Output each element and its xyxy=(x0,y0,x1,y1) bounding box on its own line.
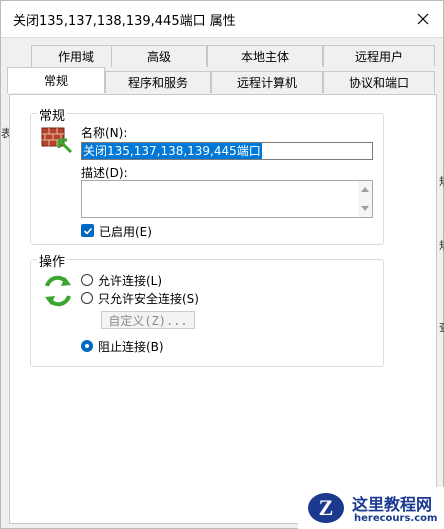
group-label: 操作 xyxy=(37,251,68,270)
name-label: 名称(N): xyxy=(81,126,128,140)
radio-block-label[interactable]: 阻止连接(B) xyxy=(98,338,164,355)
tab-page-general: 常规 名称(N): 关闭135,137,138,139,445端口 描述(D): xyxy=(9,94,437,524)
enabled-checkbox[interactable] xyxy=(81,224,94,237)
description-scrollbar[interactable] xyxy=(358,181,372,217)
close-icon xyxy=(417,13,429,25)
radio-block[interactable] xyxy=(81,340,93,352)
action-group: 操作 允许连接(L) 只允许安全连接(S) 自定义(Z)... 阻止连接(B) xyxy=(30,251,384,367)
tab-local-principals[interactable]: 本地主体 xyxy=(207,45,323,67)
general-group: 常规 名称(N): 关闭135,137,138,139,445端口 描述(D): xyxy=(30,105,384,245)
description-label: 描述(D): xyxy=(81,166,128,180)
enabled-label[interactable]: 已启用(E) xyxy=(99,223,152,240)
tab-programs-services[interactable]: 程序和服务 xyxy=(105,71,211,93)
dialog-title: 关闭135,137,138,139,445端口 属性 xyxy=(13,14,236,29)
scroll-down-icon[interactable] xyxy=(361,206,369,211)
tab-protocols-ports[interactable]: 协议和端口 xyxy=(323,71,435,93)
tab-general[interactable]: 常规 xyxy=(7,67,105,93)
watermark-title: 这里教程网 xyxy=(352,495,433,514)
bg-text: 规 xyxy=(439,237,444,253)
name-field[interactable]: 关闭135,137,138,139,445端口 xyxy=(81,142,373,160)
tab-advanced[interactable]: 高级 xyxy=(111,45,207,67)
titlebar: 关闭135,137,138,139,445端口 属性 xyxy=(1,1,443,38)
scroll-up-icon[interactable] xyxy=(361,187,369,192)
radio-allow-secure[interactable] xyxy=(81,292,93,304)
customize-button[interactable]: 自定义(Z)... xyxy=(101,311,195,329)
bg-text: 查 xyxy=(439,319,444,335)
tab-strip: 作用域 高级 本地主体 远程用户 常规 程序和服务 远程计算机 协议和端口 xyxy=(7,45,437,97)
firewall-icon xyxy=(41,124,75,154)
properties-dialog: 关闭135,137,138,139,445端口 属性 表 规 规 查 作用域 高… xyxy=(0,0,444,529)
name-value: 关闭135,137,138,139,445端口 xyxy=(82,143,262,159)
watermark: Z 这里教程网 herecours.com xyxy=(298,487,444,529)
checkmark-icon xyxy=(83,227,92,235)
group-label: 常规 xyxy=(37,105,68,124)
tab-remote-users[interactable]: 远程用户 xyxy=(323,45,435,67)
radio-allow-secure-label[interactable]: 只允许安全连接(S) xyxy=(98,290,199,307)
tab-remote-computers[interactable]: 远程计算机 xyxy=(211,71,323,93)
radio-allow-label[interactable]: 允许连接(L) xyxy=(98,272,162,289)
description-field[interactable] xyxy=(81,180,373,218)
bg-text: 规 xyxy=(439,173,444,189)
action-arrows-icon xyxy=(41,274,75,308)
watermark-url: herecours.com xyxy=(354,513,438,524)
watermark-logo: Z xyxy=(308,493,344,523)
radio-allow[interactable] xyxy=(81,274,93,286)
close-button[interactable] xyxy=(409,6,437,32)
tab-scope[interactable]: 作用域 xyxy=(31,45,121,67)
